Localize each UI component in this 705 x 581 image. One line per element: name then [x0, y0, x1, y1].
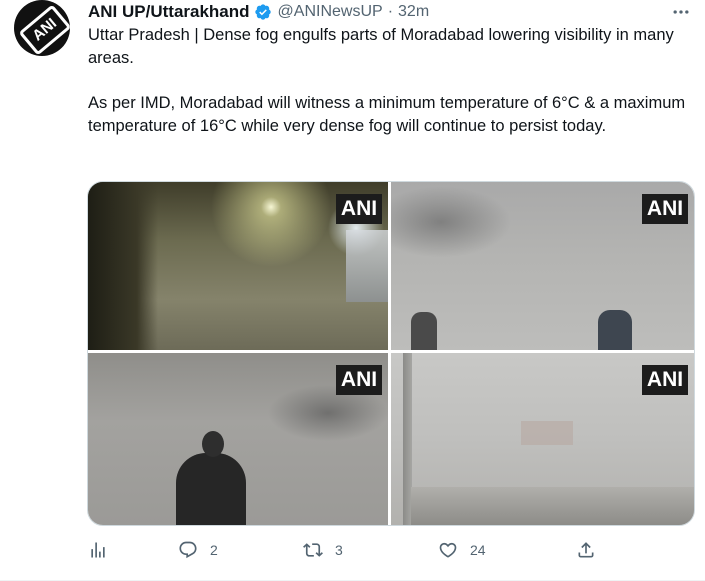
railway-tracks	[411, 487, 694, 525]
reply-button[interactable]: 2	[178, 538, 218, 562]
retweet-icon	[303, 543, 323, 557]
photo-foggy-railway[interactable]: ANI	[391, 353, 694, 525]
tweet-text: Uttar Pradesh | Dense fog engulfs parts …	[88, 24, 688, 138]
ani-watermark: ANI	[336, 365, 382, 395]
photo-foggy-lane-man[interactable]: ANI	[88, 353, 388, 525]
retweet-count: 3	[335, 542, 343, 558]
reply-count: 2	[210, 542, 218, 558]
share-icon	[578, 542, 594, 558]
lit-shopfront	[346, 230, 388, 302]
person-silhouette	[411, 312, 437, 350]
retweet-button[interactable]: 3	[303, 538, 343, 562]
ani-watermark: ANI	[336, 194, 382, 224]
author-handle[interactable]: @ANINewsUP	[278, 3, 383, 21]
person-head	[202, 431, 224, 457]
action-bar: 2 3 24	[88, 538, 688, 562]
person-silhouette	[598, 310, 632, 350]
timestamp[interactable]: 32m	[398, 3, 429, 21]
more-options-icon[interactable]	[671, 2, 691, 22]
like-button[interactable]: 24	[438, 538, 486, 562]
photo-foggy-street-night[interactable]: ANI	[88, 182, 388, 350]
avatar[interactable]: ANI	[14, 0, 70, 56]
tweet-paragraph-1: Uttar Pradesh | Dense fog engulfs parts …	[88, 26, 674, 67]
signboard	[521, 421, 573, 445]
verified-badge-icon	[254, 4, 271, 20]
like-count: 24	[470, 542, 486, 558]
tweet-header: ANI UP/Uttarakhand @ANINewsUP · 32m	[88, 1, 429, 23]
tweet-paragraph-2: As per IMD, Moradabad will witness a min…	[88, 94, 686, 135]
reply-icon	[179, 541, 197, 559]
ani-watermark: ANI	[642, 194, 688, 224]
photo-foggy-road-people[interactable]: ANI	[391, 182, 694, 350]
ani-watermark: ANI	[642, 365, 688, 395]
separator-dot: ·	[387, 3, 394, 20]
media-grid: ANI ANI ANI ANI	[87, 181, 695, 526]
person-silhouette	[176, 453, 246, 525]
share-button[interactable]	[576, 538, 596, 562]
building-wall	[88, 182, 158, 350]
heart-icon	[439, 542, 457, 558]
ani-logo: ANI	[18, 4, 70, 56]
analytics-icon	[91, 542, 105, 558]
author-name[interactable]: ANI UP/Uttarakhand	[88, 2, 250, 22]
views-button[interactable]	[88, 538, 108, 562]
